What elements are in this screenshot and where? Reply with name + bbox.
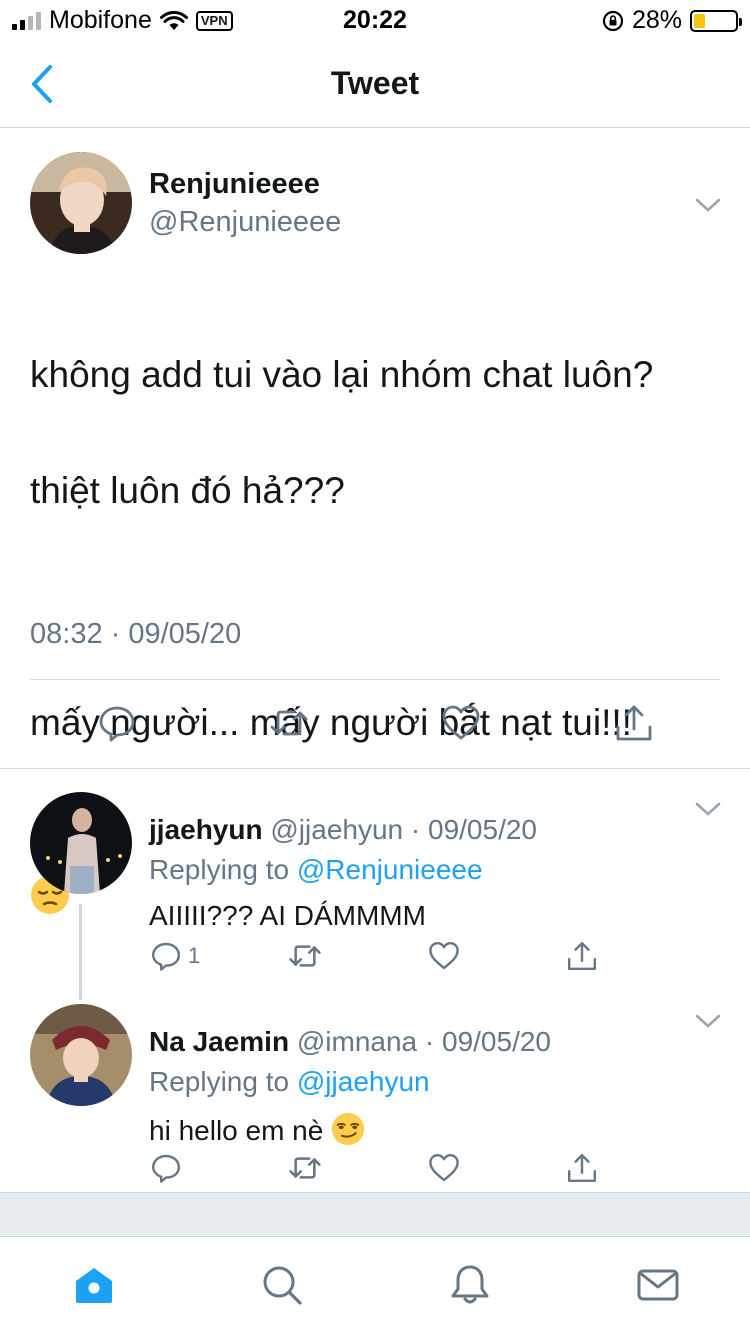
- avatar-image: [30, 792, 132, 894]
- reply-avatar[interactable]: [30, 792, 132, 894]
- reply-icon: [152, 1154, 180, 1183]
- retweet-icon: [289, 945, 321, 967]
- tweet-actions: [0, 703, 750, 747]
- reply-date: · 09/05/20: [424, 1026, 552, 1057]
- retweet-button[interactable]: [288, 938, 322, 974]
- share-icon: [568, 1154, 596, 1182]
- nav-bar: Tweet: [0, 40, 750, 128]
- heart-icon: [429, 1154, 459, 1182]
- rotation-lock-icon: [602, 10, 624, 31]
- retweet-button[interactable]: [269, 703, 309, 743]
- reply-text: AIIIII??? AI DÁMMMM: [149, 900, 426, 931]
- reply-text-content: hi hello em nè: [149, 1115, 324, 1146]
- reply-author-name[interactable]: Na Jaemin: [149, 1026, 289, 1057]
- retweet-button[interactable]: [288, 1150, 322, 1186]
- replying-to: Replying to @Renjunieeee: [149, 854, 483, 886]
- feed-footer-spacer: [0, 1192, 750, 1236]
- section-divider: [0, 768, 750, 769]
- reply-author-handle[interactable]: @jjaehyun: [270, 814, 403, 845]
- share-icon: [568, 942, 596, 970]
- reply-date: · 09/05/20: [410, 814, 537, 845]
- reply-button[interactable]: 1: [150, 938, 200, 974]
- author-avatar[interactable]: [30, 152, 132, 254]
- tweet-timestamp: 08:32 · 09/05/20: [30, 618, 242, 650]
- tab-bar: [0, 1236, 750, 1334]
- search-icon: [263, 1266, 302, 1305]
- share-button[interactable]: [566, 1150, 598, 1186]
- author-handle[interactable]: @Renjunieeee: [149, 206, 341, 239]
- bell-icon: [451, 1265, 489, 1304]
- tab-messages[interactable]: [636, 1263, 680, 1307]
- replying-to-label: Replying to: [149, 854, 290, 885]
- tweet-text-line-2: thiệt luôn đó hả???: [30, 470, 345, 511]
- tab-notifications[interactable]: [448, 1263, 492, 1307]
- reply-button[interactable]: [97, 703, 137, 743]
- share-button[interactable]: [614, 703, 654, 743]
- battery-fill: [694, 13, 706, 28]
- tab-home[interactable]: [72, 1263, 116, 1307]
- page-title: Tweet: [330, 65, 420, 101]
- reply-menu-button[interactable]: [694, 1012, 722, 1030]
- reply-author-handle[interactable]: @imnana: [297, 1026, 417, 1057]
- reply-icon: [99, 706, 135, 742]
- reply-avatar[interactable]: [30, 1004, 132, 1106]
- replying-to-mention[interactable]: @Renjunieeee: [297, 854, 483, 885]
- reply-icon: [152, 942, 180, 971]
- share-button[interactable]: [566, 938, 598, 974]
- replying-to-mention[interactable]: @jjaehyun: [297, 1066, 430, 1097]
- like-button[interactable]: [428, 938, 460, 974]
- reply-count: 1: [188, 943, 201, 968]
- chevron-down-icon: [695, 802, 721, 816]
- reply-actions: 1: [150, 938, 620, 978]
- divider: [30, 679, 720, 680]
- chevron-down-icon: [695, 1014, 721, 1028]
- thread-line: [79, 904, 82, 1000]
- chevron-down-icon: [695, 198, 721, 212]
- reply-menu-button[interactable]: [694, 800, 722, 818]
- reply-text: hi hello em nè: [149, 1112, 365, 1147]
- reply-header: Na Jaemin @imnana · 09/05/20: [149, 1026, 551, 1058]
- tweet-menu-button[interactable]: [694, 196, 722, 214]
- heart-icon: [429, 942, 459, 970]
- battery-icon: [690, 9, 742, 32]
- status-right: 28%: [602, 6, 742, 35]
- mail-icon: [637, 1269, 679, 1301]
- smirking-face-icon: [331, 1112, 365, 1146]
- replying-to: Replying to @jjaehyun: [149, 1066, 430, 1098]
- reply-tweet[interactable]: Na Jaemin @imnana · 09/05/20 Replying to…: [0, 1004, 750, 1214]
- home-icon: [76, 1268, 112, 1303]
- battery-percent: 28%: [631, 6, 682, 34]
- reply-tweet[interactable]: jjaehyun @jjaehyun · 09/05/20 Replying t…: [0, 792, 750, 1002]
- reply-button[interactable]: [150, 1150, 182, 1186]
- like-button[interactable]: [428, 1150, 460, 1186]
- retweet-icon: [289, 1157, 321, 1179]
- status-bar: Mobifone VPN 20:22 28%: [0, 0, 750, 40]
- avatar-image: [30, 152, 132, 254]
- reply-actions: [150, 1150, 620, 1190]
- reply-header: jjaehyun @jjaehyun · 09/05/20: [149, 814, 537, 846]
- avatar-image: [30, 1004, 132, 1106]
- heart-icon: [442, 705, 480, 740]
- tweet-text-line-1: không add tui vào lại nhóm chat luôn?: [30, 354, 654, 395]
- share-icon: [616, 705, 652, 741]
- retweet-icon: [270, 710, 308, 736]
- like-button[interactable]: [441, 703, 481, 743]
- reply-author-name[interactable]: jjaehyun: [149, 814, 263, 845]
- author-name[interactable]: Renjunieeee: [149, 168, 320, 201]
- tab-search[interactable]: [260, 1263, 304, 1307]
- replying-to-label: Replying to: [149, 1066, 290, 1097]
